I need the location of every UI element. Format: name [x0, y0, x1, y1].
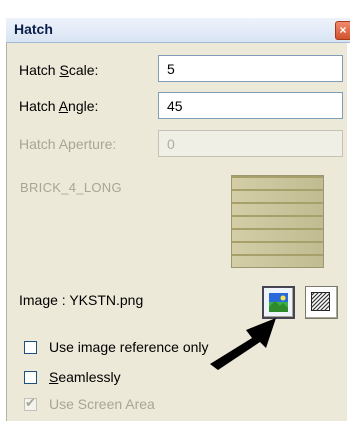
use-screen-area-option: ✔ Use Screen Area — [24, 395, 155, 412]
hatch-scale-input[interactable]: 5 — [158, 55, 343, 82]
use-image-reference-checkbox[interactable] — [24, 341, 37, 354]
hatch-angle-label: Hatch Angle: — [19, 98, 99, 114]
hatch-pattern-icon — [311, 292, 330, 311]
hatch-scale-label: Hatch Scale: — [19, 62, 99, 78]
hatch-aperture-input: 0 — [158, 130, 343, 157]
hatch-pattern-button[interactable] — [305, 286, 338, 319]
window-title: Hatch — [14, 21, 53, 37]
check-mark-icon: ✔ — [25, 395, 36, 410]
seamlessly-label: Seamlessly — [49, 369, 121, 385]
pattern-name: BRICK_4_LONG — [20, 180, 122, 195]
use-screen-area-label: Use Screen Area — [49, 396, 155, 412]
annotation-arrow-icon — [210, 318, 276, 370]
use-screen-area-checkbox: ✔ — [24, 395, 37, 411]
seamlessly-option[interactable]: Seamlessly — [24, 369, 121, 385]
image-file-label: Image : YKSTN.png — [19, 292, 144, 308]
title-bar: Hatch × — [6, 18, 350, 43]
seamlessly-checkbox[interactable] — [24, 371, 37, 384]
pattern-swatch — [231, 175, 324, 268]
use-image-reference-option[interactable]: Use image reference only — [24, 339, 209, 355]
use-image-reference-label: Use image reference only — [49, 339, 209, 355]
hatch-angle-input[interactable]: 45 — [158, 92, 343, 119]
hatch-aperture-label: Hatch Aperture: — [19, 136, 117, 152]
close-button[interactable]: × — [335, 21, 350, 40]
